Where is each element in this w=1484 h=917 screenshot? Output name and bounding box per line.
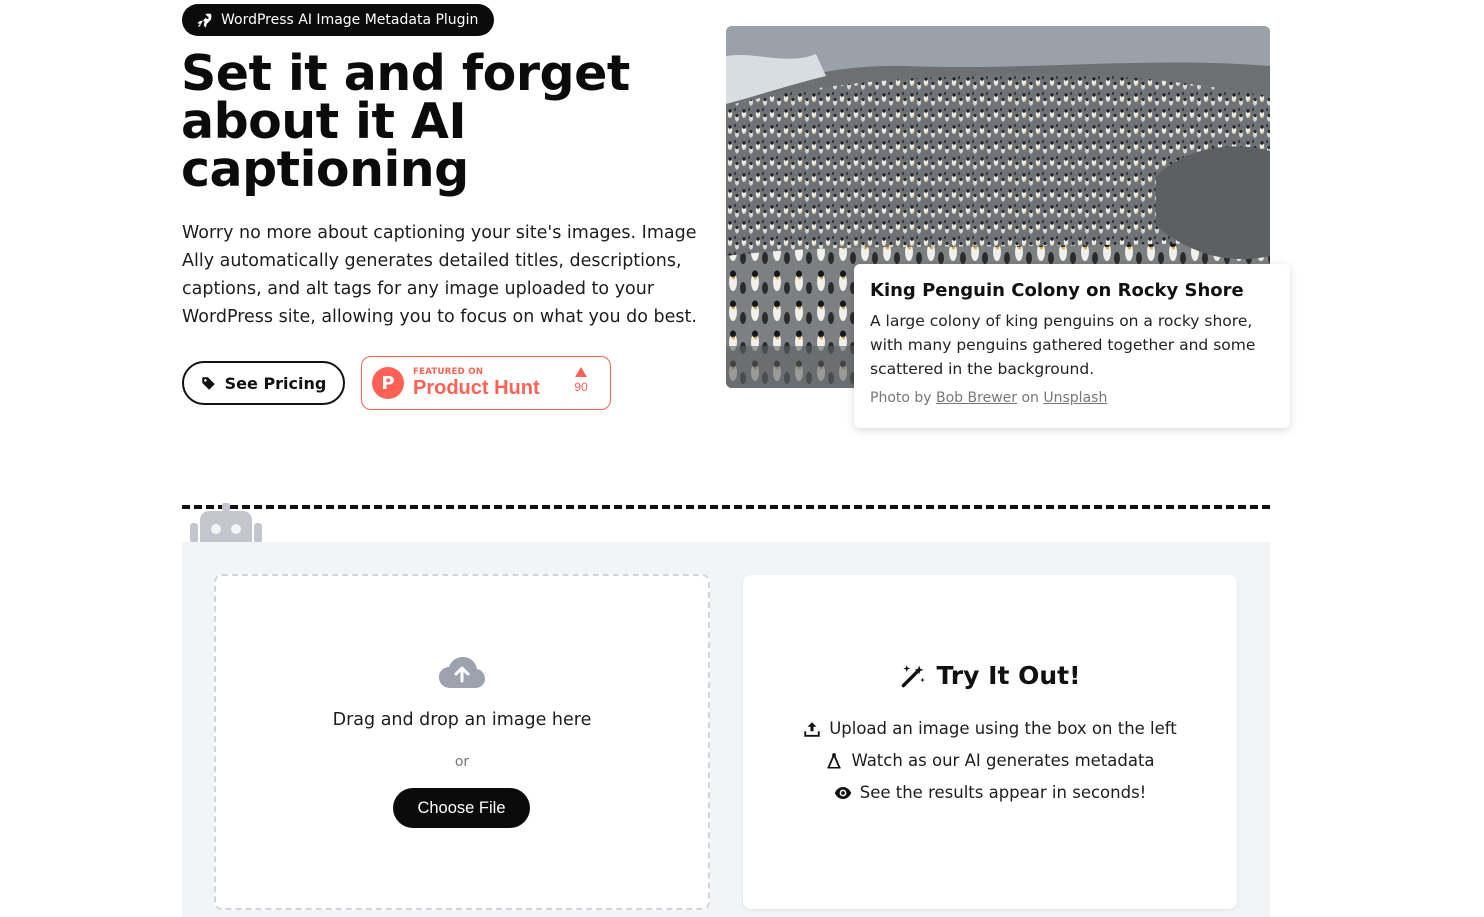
product-hunt-votes: 90: [572, 367, 590, 394]
credit-prefix: Photo by: [870, 390, 932, 406]
step-results-text: See the results appear in seconds!: [859, 783, 1147, 802]
step-upload-text: Upload an image using the box on the lef…: [829, 719, 1177, 738]
product-hunt-logo: P: [372, 367, 404, 399]
example-metadata-card: King Penguin Colony on Rocky Shore A lar…: [854, 264, 1290, 428]
example-description: A large colony of king penguins on a roc…: [870, 312, 1256, 378]
unsplash-link[interactable]: Unsplash: [1043, 390, 1107, 406]
see-pricing-button[interactable]: See Pricing: [182, 361, 345, 405]
photo-credit: Photo by Bob Brewer on Unsplash: [870, 390, 1274, 406]
compass-drafting-icon: [827, 752, 842, 768]
step-results: See the results appear in seconds!: [743, 783, 1237, 802]
choose-file-button[interactable]: Choose File: [393, 788, 530, 828]
vote-count: 90: [574, 380, 588, 394]
hero-description: Worry no more about captioning your site…: [182, 223, 697, 327]
step-upload: Upload an image using the box on the lef…: [743, 719, 1237, 738]
rocket-icon: [197, 13, 212, 28]
drag-drop-text: Drag and drop an image here: [332, 710, 592, 730]
or-divider-text: or: [454, 754, 470, 770]
tag-icon: [201, 376, 215, 390]
try-it-out-card: [743, 575, 1237, 909]
credit-middle: on: [1021, 390, 1039, 406]
upvote-icon: [575, 367, 587, 377]
product-hunt-featured-label: FEATURED ON: [413, 367, 484, 377]
image-dropzone[interactable]: [214, 574, 710, 910]
photographer-link[interactable]: Bob Brewer: [936, 390, 1017, 406]
upload-icon: [804, 721, 820, 737]
cloud-upload-icon: [439, 657, 485, 688]
page-title: Set it and forget about it AI captioning: [181, 45, 630, 198]
robot-icon: [190, 501, 268, 543]
see-pricing-label: See Pricing: [224, 373, 327, 393]
try-it-out-title: Try It Out!: [936, 661, 1081, 690]
plugin-badge: WordPress AI Image Metadata Plugin: [182, 4, 495, 36]
eye-icon: [834, 786, 851, 799]
example-title: King Penguin Colony on Rocky Shore: [870, 280, 1244, 301]
step-generate-text: Watch as our AI generates metadata: [851, 751, 1155, 770]
product-hunt-badge[interactable]: P FEATURED ON Product Hunt 90: [361, 356, 611, 410]
plugin-badge-label: WordPress AI Image Metadata Plugin: [221, 12, 479, 28]
section-divider: [182, 505, 1270, 509]
product-hunt-name: Product Hunt: [413, 377, 540, 399]
try-it-out-heading: Try It Out!: [743, 661, 1237, 690]
step-generate: Watch as our AI generates metadata: [743, 751, 1237, 770]
magic-wand-icon: [901, 665, 925, 688]
